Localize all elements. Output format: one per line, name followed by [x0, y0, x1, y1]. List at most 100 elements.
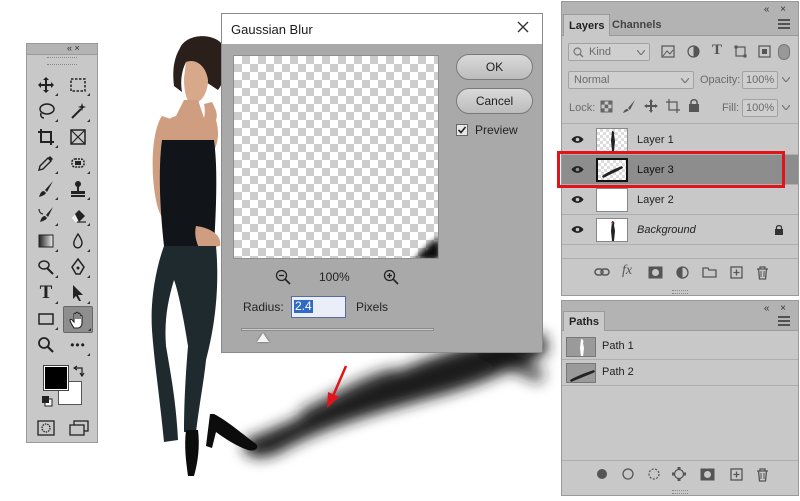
zoom-out-icon[interactable] — [275, 269, 291, 285]
lock-image-icon[interactable] — [622, 99, 636, 113]
paths-panel: « × Paths Path 1 Path 2 — [561, 300, 799, 496]
tab-paths[interactable]: Paths — [563, 311, 605, 331]
marquee-tool[interactable] — [65, 73, 91, 97]
add-vector-mask-icon[interactable] — [700, 468, 715, 481]
lock-all-icon[interactable] — [688, 98, 700, 113]
paths-panel-controls[interactable]: « × — [764, 303, 790, 314]
path-selection-tool[interactable] — [65, 281, 91, 305]
tools-panel-grip[interactable] — [47, 57, 77, 65]
crop-tool[interactable] — [33, 125, 59, 149]
layer-name[interactable]: Layer 1 — [637, 134, 674, 146]
blur-icon — [73, 232, 83, 249]
filter-toggle[interactable] — [778, 44, 790, 60]
trash-icon[interactable] — [756, 266, 769, 280]
fill-dropdown-icon[interactable] — [782, 105, 790, 110]
radius-slider-track[interactable] — [241, 328, 434, 331]
history-brush-tool[interactable] — [33, 203, 59, 227]
layer-name[interactable]: Background — [637, 224, 696, 236]
magic-wand-tool[interactable] — [65, 99, 91, 123]
selection-to-path-icon[interactable] — [672, 467, 686, 481]
tab-layers[interactable]: Layers — [563, 14, 611, 36]
lock-position-icon[interactable] — [644, 99, 658, 113]
cancel-button[interactable]: Cancel — [456, 88, 533, 114]
spot-healing-icon — [71, 158, 85, 168]
fill-input[interactable]: 100% — [742, 99, 778, 117]
eraser-tool[interactable] — [65, 203, 91, 227]
path-to-selection-icon[interactable] — [648, 468, 660, 480]
spot-healing-tool[interactable] — [65, 151, 91, 175]
zoom-level: 100% — [319, 270, 350, 284]
eyedropper-tool[interactable] — [33, 151, 59, 175]
opacity-input[interactable]: 100% — [742, 71, 778, 89]
foreground-color-swatch[interactable] — [43, 365, 69, 391]
move-tool[interactable] — [33, 73, 59, 97]
dodge-icon — [38, 260, 54, 275]
radius-slider-thumb[interactable] — [257, 333, 269, 342]
zoom-in-icon[interactable] — [383, 269, 399, 285]
frame-tool[interactable] — [65, 125, 91, 149]
close-button[interactable] — [514, 18, 532, 36]
stroke-path-icon[interactable] — [622, 468, 634, 480]
path-name[interactable]: Path 2 — [602, 366, 634, 378]
blend-mode-select[interactable]: Normal — [568, 71, 694, 89]
filter-pixel-icon[interactable] — [661, 45, 675, 58]
filter-shape-icon[interactable] — [734, 45, 747, 58]
lock-transparent-icon[interactable] — [600, 100, 613, 113]
blur-preview[interactable] — [233, 55, 439, 259]
quick-mask-icon[interactable] — [37, 420, 55, 436]
trash-icon[interactable] — [756, 468, 769, 482]
pen-tool[interactable] — [65, 255, 91, 279]
layer-row[interactable]: Layer 2 — [562, 185, 798, 215]
new-group-icon[interactable] — [702, 266, 717, 278]
default-colors-icon[interactable] — [41, 395, 53, 407]
filter-adjustment-icon[interactable] — [687, 45, 700, 58]
hand-tool[interactable] — [63, 306, 93, 333]
rectangle-tool[interactable] — [33, 307, 59, 331]
path-name[interactable]: Path 1 — [602, 340, 634, 352]
tools-panel-controls[interactable]: « × — [67, 43, 80, 54]
paths-list: Path 1 Path 2 — [562, 334, 798, 394]
path-row[interactable]: Path 2 — [562, 360, 798, 386]
swap-colors-icon[interactable] — [73, 364, 87, 378]
brush-tool[interactable] — [33, 177, 59, 201]
zoom-tool[interactable] — [33, 333, 59, 357]
layer-row[interactable]: Background — [562, 215, 798, 245]
opacity-dropdown-icon[interactable] — [782, 77, 790, 82]
panel-menu-icon[interactable] — [778, 19, 790, 29]
visibility-eye-icon[interactable] — [571, 195, 584, 204]
tab-channels[interactable]: Channels — [607, 14, 667, 36]
visibility-eye-icon[interactable] — [571, 225, 584, 234]
path-row[interactable]: Path 1 — [562, 334, 798, 360]
preview-checkbox[interactable]: Preview — [456, 123, 518, 137]
preview-checkbox-box[interactable] — [456, 124, 468, 136]
new-path-icon[interactable] — [730, 468, 743, 481]
link-layers-icon[interactable] — [594, 266, 610, 278]
add-mask-icon[interactable] — [648, 266, 663, 279]
filter-type-icon[interactable]: T — [712, 42, 722, 59]
filter-smart-object-icon[interactable] — [758, 45, 771, 58]
eyedropper-icon — [38, 156, 53, 171]
adjustment-layer-icon[interactable] — [676, 266, 689, 279]
clone-stamp-tool[interactable] — [65, 177, 91, 201]
screen-mode-icon[interactable] — [69, 420, 89, 436]
panel-resize-grip[interactable] — [672, 490, 688, 494]
panel-menu-icon[interactable] — [778, 316, 790, 326]
panel-resize-grip[interactable] — [672, 290, 688, 294]
fill-path-icon[interactable] — [596, 468, 608, 480]
blur-tool[interactable] — [65, 229, 91, 253]
tools-panel-header[interactable]: « × — [27, 43, 97, 55]
gradient-tool[interactable] — [33, 229, 59, 253]
layer-style-icon[interactable]: fx — [622, 263, 632, 279]
dialog-titlebar[interactable]: Gaussian Blur — [222, 14, 542, 44]
type-tool[interactable]: T — [33, 281, 59, 305]
layers-panel-controls[interactable]: « × — [764, 4, 790, 15]
lasso-tool[interactable] — [33, 99, 59, 123]
dodge-tool[interactable] — [33, 255, 59, 279]
ok-button[interactable]: OK — [456, 54, 533, 80]
visibility-eye-icon[interactable] — [571, 135, 584, 144]
new-layer-icon[interactable] — [730, 266, 743, 279]
layer-name[interactable]: Layer 2 — [637, 194, 674, 206]
filter-kind-select[interactable]: Kind — [568, 43, 650, 61]
more-tools[interactable]: ••• — [65, 333, 91, 357]
lock-artboard-icon[interactable] — [666, 99, 680, 113]
